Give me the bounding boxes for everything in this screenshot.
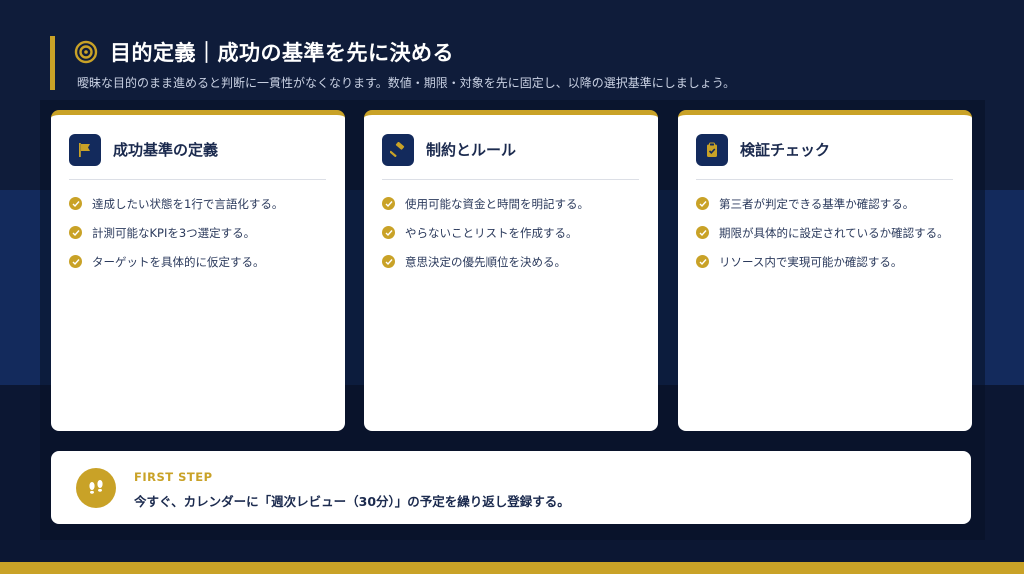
first-step-banner: FIRST STEP 今すぐ、カレンダーに「週次レビュー（30分）」の予定を繰り…: [51, 451, 971, 524]
list-item-text: 達成したい状態を1行で言語化する。: [92, 197, 284, 211]
flag-icon: [69, 134, 101, 166]
checklist: 第三者が判定できる基準か確認する。 期限が具体的に設定されているか確認する。 リ…: [696, 195, 958, 282]
page-header: 目的定義｜成功の基準を先に決める 曖昧な目的のまま進めると判断に一貫性がなくなり…: [50, 36, 980, 92]
clipboard-check-icon: [696, 134, 728, 166]
checklist: 使用可能な資金と時間を明記する。 やらないことリストを作成する。 意思決定の優先…: [382, 195, 644, 282]
list-item-text: やらないことリストを作成する。: [405, 226, 578, 240]
list-item: ターゲットを具体的に仮定する。: [69, 253, 331, 271]
gavel-icon: [382, 134, 414, 166]
list-item-text: 使用可能な資金と時間を明記する。: [405, 197, 589, 211]
card-title: 制約とルール: [426, 141, 517, 159]
target-icon: [74, 40, 98, 64]
header-title-row: 目的定義｜成功の基準を先に決める: [74, 38, 454, 66]
card-header: 検証チェック: [696, 134, 953, 180]
check-icon: [69, 197, 82, 210]
header-accent-bar: [50, 36, 55, 90]
list-item: 計測可能なKPIを3つ選定する。: [69, 224, 331, 242]
check-icon: [696, 226, 709, 239]
list-item: 使用可能な資金と時間を明記する。: [382, 195, 644, 213]
card-verification-check: 検証チェック 第三者が判定できる基準か確認する。 期限が具体的に設定されているか…: [678, 110, 972, 431]
card-constraints-rules: 制約とルール 使用可能な資金と時間を明記する。 やらないことリストを作成する。 …: [364, 110, 658, 431]
list-item: やらないことリストを作成する。: [382, 224, 644, 242]
list-item: 意思決定の優先順位を決める。: [382, 253, 644, 271]
card-header: 制約とルール: [382, 134, 639, 180]
first-step-text: 今すぐ、カレンダーに「週次レビュー（30分）」の予定を繰り返し登録する。: [134, 494, 570, 509]
check-icon: [69, 255, 82, 268]
list-item-text: 第三者が判定できる基準か確認する。: [719, 197, 915, 211]
check-icon: [696, 197, 709, 210]
list-item-text: ターゲットを具体的に仮定する。: [92, 255, 265, 269]
card-header: 成功基準の定義: [69, 134, 326, 180]
page-subtitle: 曖昧な目的のまま進めると判断に一貫性がなくなります。数値・期限・対象を先に固定し…: [77, 76, 736, 90]
list-item: リソース内で実現可能か確認する。: [696, 253, 958, 271]
checklist: 達成したい状態を1行で言語化する。 計測可能なKPIを3つ選定する。 ターゲット…: [69, 195, 331, 282]
card-title: 成功基準の定義: [113, 141, 219, 159]
first-step-label: FIRST STEP: [134, 470, 213, 484]
list-item: 達成したい状態を1行で言語化する。: [69, 195, 331, 213]
check-icon: [382, 197, 395, 210]
list-item-text: 意思決定の優先順位を決める。: [405, 255, 566, 269]
footsteps-icon: [76, 468, 116, 508]
list-item-text: リソース内で実現可能か確認する。: [719, 255, 903, 269]
card-success-criteria: 成功基準の定義 達成したい状態を1行で言語化する。 計測可能なKPIを3つ選定す…: [51, 110, 345, 431]
list-item: 第三者が判定できる基準か確認する。: [696, 195, 958, 213]
check-icon: [382, 226, 395, 239]
check-icon: [382, 255, 395, 268]
card-title: 検証チェック: [740, 141, 831, 159]
bottom-accent-bar: [0, 562, 1024, 574]
check-icon: [696, 255, 709, 268]
list-item: 期限が具体的に設定されているか確認する。: [696, 224, 958, 242]
check-icon: [69, 226, 82, 239]
list-item-text: 計測可能なKPIを3つ選定する。: [92, 226, 256, 240]
page-title: 目的定義｜成功の基準を先に決める: [110, 41, 454, 65]
list-item-text: 期限が具体的に設定されているか確認する。: [719, 226, 949, 240]
